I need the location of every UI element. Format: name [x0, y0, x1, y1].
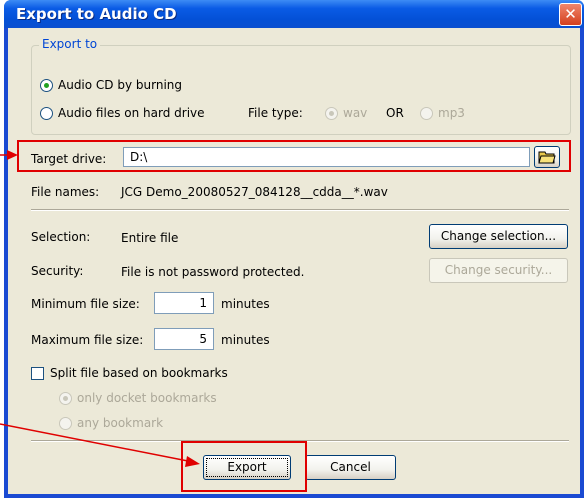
annotation-arrow-export-head [185, 456, 200, 467]
annotation-arrow-export-line [0, 423, 194, 463]
annotation-arrow-target-head [7, 150, 18, 160]
annotation-arrows [0, 150, 200, 467]
